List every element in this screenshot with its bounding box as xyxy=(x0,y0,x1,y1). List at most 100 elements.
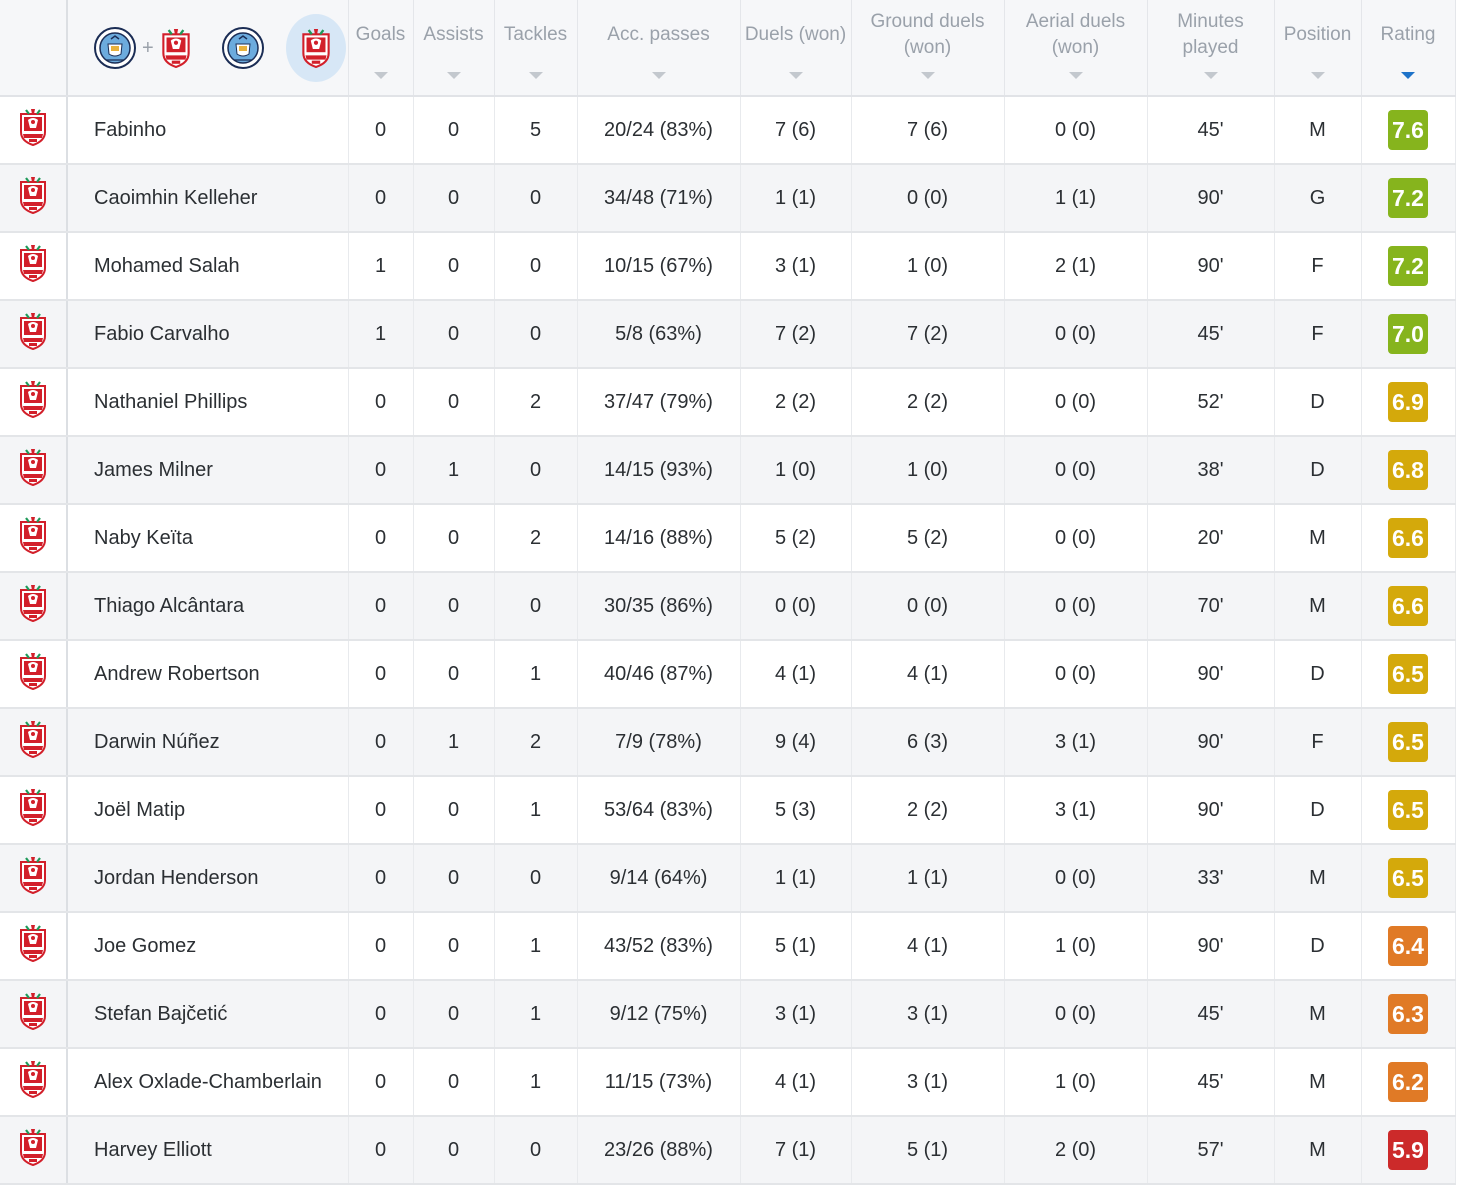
column-label: Tackles xyxy=(503,23,568,45)
stat-assists: 0 xyxy=(413,1116,495,1185)
column-header-aerial-duels[interactable]: Aerial duels (won) xyxy=(1004,0,1148,97)
table-row[interactable]: Caoimhin Kelleher 0 0 0 34/48 (71%) 1 (1) 0 (0… xyxy=(0,164,1456,233)
rating-badge: 6.6 xyxy=(1388,586,1428,626)
rating-badge: 7.2 xyxy=(1388,246,1428,286)
stat-acc-passes: 9/12 (75%) xyxy=(577,980,741,1049)
filter-man-city[interactable] xyxy=(214,21,272,75)
table-row[interactable]: Mohamed Salah 1 0 0 10/15 (67%) 3 (1) 1 (0) 2 (… xyxy=(0,232,1456,301)
player-name[interactable]: Naby Keïta xyxy=(67,504,349,573)
stat-duels: 1 (1) xyxy=(740,844,852,913)
stat-acc-passes: 7/9 (78%) xyxy=(577,708,741,777)
stat-assists: 0 xyxy=(413,368,495,437)
column-header-minutes-played[interactable]: Minutes played xyxy=(1147,0,1275,97)
column-header-ground-duels[interactable]: Ground duels (won) xyxy=(851,0,1005,97)
table-row[interactable]: Alex Oxlade-Chamberlain 0 0 1 11/15 (73%) 4 (… xyxy=(0,1048,1456,1117)
liverpool-crest-icon xyxy=(18,108,48,146)
liverpool-crest-icon xyxy=(18,1128,48,1166)
stat-ground-duels: 4 (1) xyxy=(851,912,1005,981)
table-row[interactable]: Naby Keïta 0 0 2 14/16 (88%) 5 (2) 5 (2) 0 (0) 2… xyxy=(0,504,1456,573)
stat-goals: 0 xyxy=(348,708,414,777)
stat-position: F xyxy=(1274,300,1362,369)
liverpool-crest-icon xyxy=(18,448,48,486)
player-name[interactable]: Darwin Núñez xyxy=(67,708,349,777)
stat-minutes: 90' xyxy=(1147,776,1275,845)
column-label: Acc. passes xyxy=(607,23,710,45)
player-name[interactable]: Caoimhin Kelleher xyxy=(67,164,349,233)
table-row[interactable]: Joël Matip 0 0 1 53/64 (83%) 5 (3) 2 (2) 3 (1) 9… xyxy=(0,776,1456,845)
team-crest-cell xyxy=(0,1048,68,1117)
stat-tackles: 1 xyxy=(494,980,578,1049)
stat-duels: 7 (1) xyxy=(740,1116,852,1185)
table-row[interactable]: Thiago Alcântara 0 0 0 30/35 (86%) 0 (0) 0 (0)… xyxy=(0,572,1456,641)
stat-ground-duels: 3 (1) xyxy=(851,1048,1005,1117)
player-name[interactable]: Joël Matip xyxy=(67,776,349,845)
table-row[interactable]: Harvey Elliott 0 0 0 23/26 (88%) 7 (1) 5 (1) 2 … xyxy=(0,1116,1456,1185)
table-row[interactable]: James Milner 0 1 0 14/15 (93%) 1 (0) 1 (0) 0 (0… xyxy=(0,436,1456,505)
stat-position: D xyxy=(1274,436,1362,505)
table-row[interactable]: Fabinho 0 0 5 20/24 (83%) 7 (6) 7 (6) 0 (0) 45' M… xyxy=(0,96,1456,165)
column-header-tackles[interactable]: Tackles xyxy=(494,0,578,97)
column-header-acc-passes[interactable]: Acc. passes xyxy=(577,0,741,97)
stat-minutes: 45' xyxy=(1147,96,1275,165)
team-crest-cell xyxy=(0,436,68,505)
player-name[interactable]: Jordan Henderson xyxy=(67,844,349,913)
player-name[interactable]: Joe Gomez xyxy=(67,912,349,981)
stat-acc-passes: 30/35 (86%) xyxy=(577,572,741,641)
table-row[interactable]: Joe Gomez 0 0 1 43/52 (83%) 5 (1) 4 (1) 1 (0) 90… xyxy=(0,912,1456,981)
stat-acc-passes: 20/24 (83%) xyxy=(577,96,741,165)
rating-badge: 7.2 xyxy=(1388,178,1428,218)
liverpool-crest-icon xyxy=(18,176,48,214)
table-row[interactable]: Andrew Robertson 0 0 1 40/46 (87%) 4 (1) 4 (1)… xyxy=(0,640,1456,709)
rating-cell: 6.3 xyxy=(1361,980,1456,1049)
player-name[interactable]: Andrew Robertson xyxy=(67,640,349,709)
column-header-duels[interactable]: Duels (won) xyxy=(740,0,852,97)
player-name[interactable]: Fabio Carvalho xyxy=(67,300,349,369)
player-name[interactable]: Nathaniel Phillips xyxy=(67,368,349,437)
rating-badge: 6.4 xyxy=(1388,926,1428,966)
stat-minutes: 45' xyxy=(1147,300,1275,369)
rating-cell: 6.6 xyxy=(1361,572,1456,641)
player-name[interactable]: Alex Oxlade-Chamberlain xyxy=(67,1048,349,1117)
stat-acc-passes: 37/47 (79%) xyxy=(577,368,741,437)
column-header-rating[interactable]: Rating xyxy=(1361,0,1456,97)
stat-assists: 0 xyxy=(413,1048,495,1117)
table-row[interactable]: Darwin Núñez 0 1 2 7/9 (78%) 9 (4) 6 (3) 3 (1) 9… xyxy=(0,708,1456,777)
table-row[interactable]: Fabio Carvalho 1 0 0 5/8 (63%) 7 (2) 7 (2) 0 (0… xyxy=(0,300,1456,369)
table-row[interactable]: Jordan Henderson 0 0 0 9/14 (64%) 1 (1) 1 (1) 0… xyxy=(0,844,1456,913)
sort-arrow-icon xyxy=(788,72,803,79)
player-name[interactable]: Mohamed Salah xyxy=(67,232,349,301)
stat-position: D xyxy=(1274,368,1362,437)
column-header-assists[interactable]: Assists xyxy=(413,0,495,97)
player-stats-table: + Goals Assists Tackles Acc. passes Duel… xyxy=(0,0,1456,1185)
column-header-position[interactable]: Position xyxy=(1274,0,1362,97)
rating-badge: 6.6 xyxy=(1388,518,1428,558)
player-name[interactable]: Thiago Alcântara xyxy=(67,572,349,641)
rating-badge: 6.5 xyxy=(1388,858,1428,898)
rating-badge: 5.9 xyxy=(1388,1130,1428,1170)
sort-arrow-icon xyxy=(920,72,935,79)
filter-liverpool[interactable] xyxy=(285,13,346,82)
stat-acc-passes: 23/26 (88%) xyxy=(577,1116,741,1185)
player-name[interactable]: Stefan Bajčetić xyxy=(67,980,349,1049)
stat-minutes: 33' xyxy=(1147,844,1275,913)
stat-tackles: 2 xyxy=(494,708,578,777)
table-row[interactable]: Nathaniel Phillips 0 0 2 37/47 (79%) 2 (2) 2 (… xyxy=(0,368,1456,437)
player-name[interactable]: Fabinho xyxy=(67,96,349,165)
stat-tackles: 0 xyxy=(494,436,578,505)
column-header-goals[interactable]: Goals xyxy=(348,0,414,97)
stat-duels: 9 (4) xyxy=(740,708,852,777)
stat-aerial-duels: 2 (1) xyxy=(1004,232,1148,301)
stat-ground-duels: 4 (1) xyxy=(851,640,1005,709)
stat-acc-passes: 14/16 (88%) xyxy=(577,504,741,573)
column-label: Duels (won) xyxy=(744,23,847,45)
filter-both-teams[interactable]: + xyxy=(86,21,200,75)
table-row[interactable]: Stefan Bajčetić 0 0 1 9/12 (75%) 3 (1) 3 (1) 0 … xyxy=(0,980,1456,1049)
player-name[interactable]: Harvey Elliott xyxy=(67,1116,349,1185)
stat-ground-duels: 5 (2) xyxy=(851,504,1005,573)
stat-position: M xyxy=(1274,980,1362,1049)
stat-minutes: 90' xyxy=(1147,708,1275,777)
rating-cell: 7.0 xyxy=(1361,300,1456,369)
rating-badge: 6.5 xyxy=(1388,722,1428,762)
stat-tackles: 0 xyxy=(494,232,578,301)
player-name[interactable]: James Milner xyxy=(67,436,349,505)
